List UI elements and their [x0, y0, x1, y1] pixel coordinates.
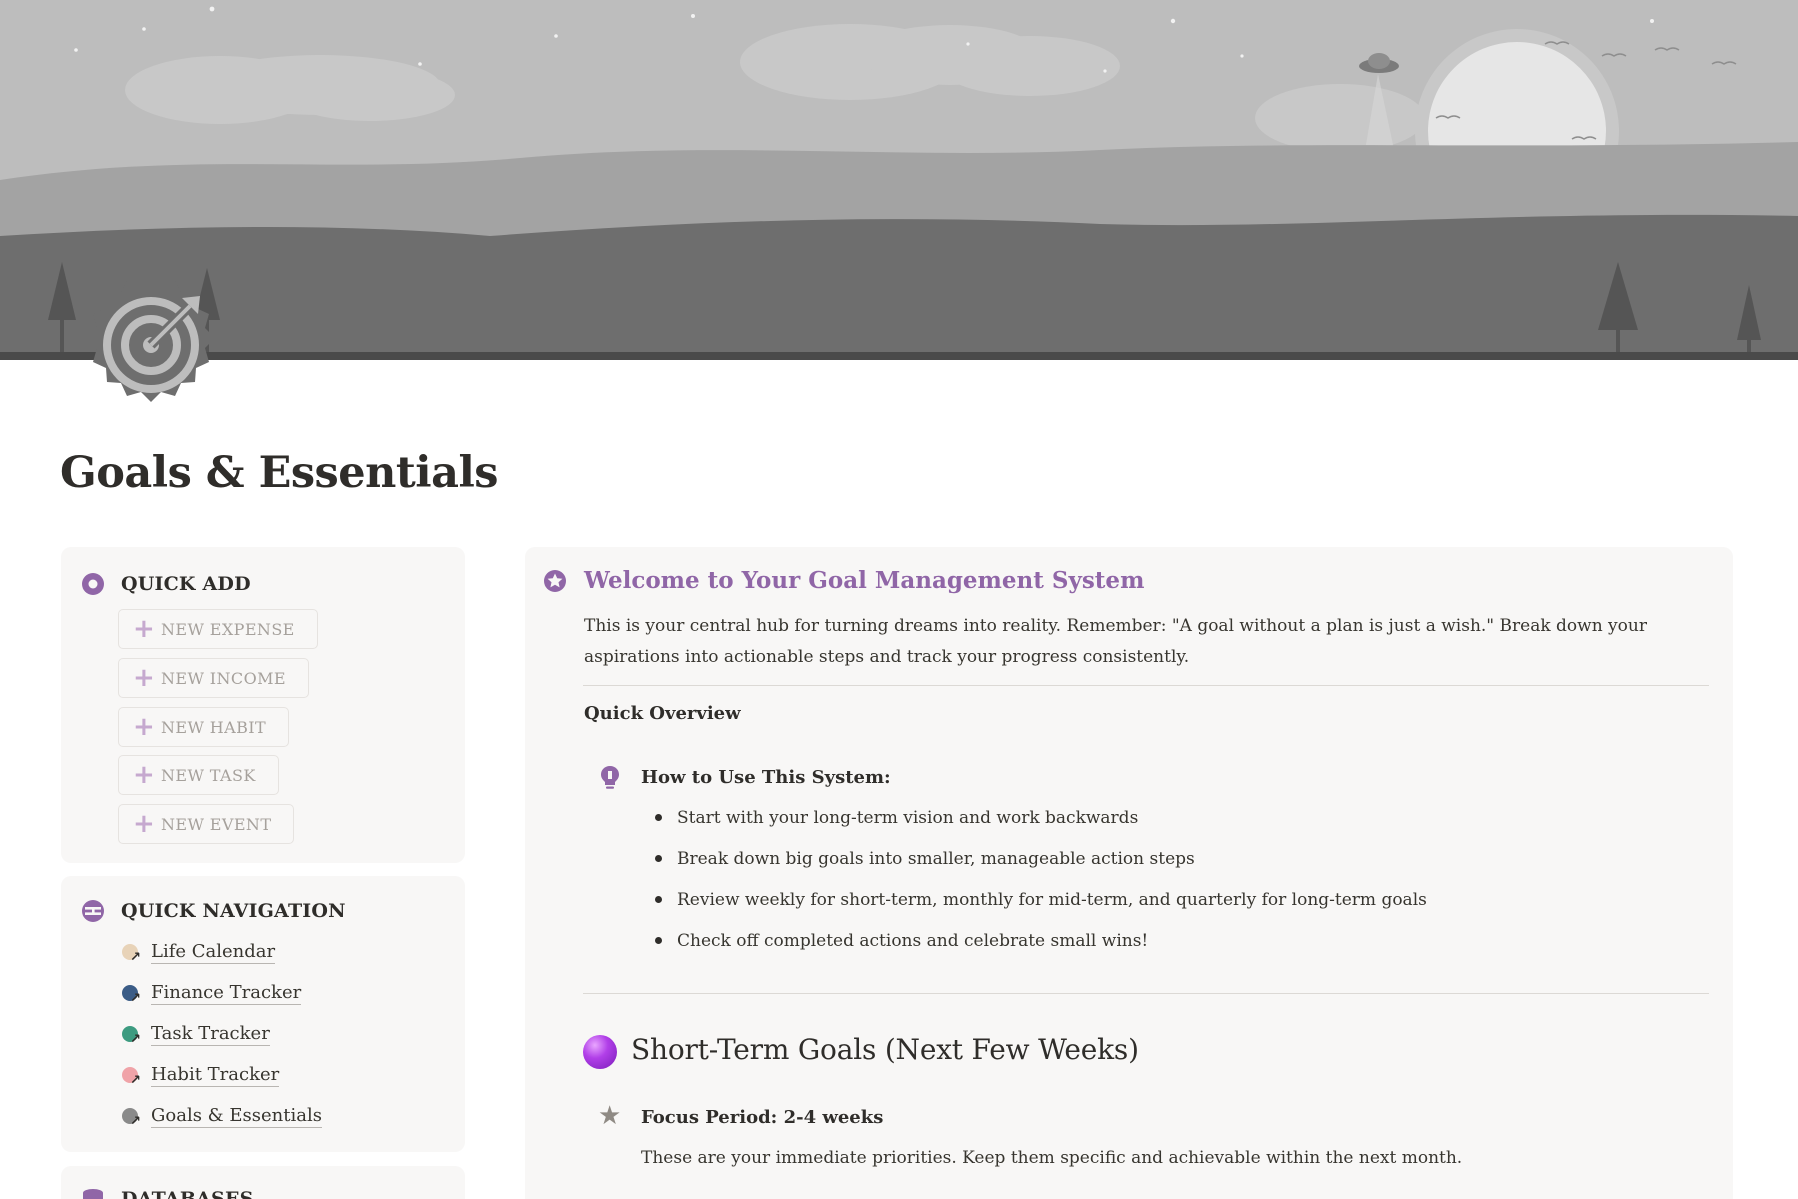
databases-card: DATABASES — [61, 1166, 465, 1199]
database-icon — [80, 1186, 106, 1199]
task-tracker-link-icon: ↗ — [121, 1024, 143, 1047]
short-term-goals-heading: Short-Term Goals (Next Few Weeks) — [631, 1033, 1139, 1066]
nav-link-finance-tracker[interactable]: ↗ Finance Tracker — [121, 982, 302, 1006]
plus-icon: + — [133, 663, 156, 693]
list-item: Review weekly for short-term, monthly fo… — [655, 882, 1427, 923]
nav-link-label[interactable]: Goals & Essentials — [151, 1105, 322, 1128]
quick-navigation-heading: QUICK NAVIGATION — [80, 898, 346, 924]
divider — [583, 685, 1709, 686]
plus-icon: + — [133, 760, 156, 790]
quick-navigation-title: QUICK NAVIGATION — [121, 900, 346, 922]
databases-title: DATABASES — [121, 1188, 254, 1199]
star-icon: ★ — [598, 1101, 622, 1131]
nav-link-label[interactable]: Task Tracker — [151, 1023, 270, 1046]
how-to-label: How to Use This System: — [641, 767, 891, 788]
list-item: Break down big goals into smaller, manag… — [655, 841, 1427, 882]
star-badge-icon — [543, 569, 567, 597]
target-badge-icon[interactable] — [78, 272, 224, 418]
quick-add-title: QUICK ADD — [121, 573, 251, 595]
new-habit-button[interactable]: + NEW HABIT — [118, 707, 290, 747]
nav-link-goals-essentials[interactable]: ↗ Goals & Essentials — [121, 1105, 322, 1129]
list-item: Start with your long-term vision and wor… — [655, 800, 1427, 841]
finance-tracker-link-icon: ↗ — [121, 983, 143, 1006]
lightbulb-icon — [600, 765, 620, 795]
plus-icon: + — [133, 712, 156, 742]
nav-link-life-calendar[interactable]: ↗ Life Calendar — [121, 941, 276, 965]
cover-banner — [0, 0, 1798, 360]
button-label: NEW EVENT — [161, 814, 272, 834]
life-calendar-link-icon: ↗ — [121, 942, 143, 965]
nav-link-label[interactable]: Life Calendar — [151, 941, 276, 964]
quick-add-heading: QUICK ADD — [80, 571, 251, 597]
page-title: Goals & Essentials — [60, 448, 499, 498]
nav-link-label[interactable]: Habit Tracker — [151, 1064, 280, 1087]
radio-dot-icon — [80, 571, 106, 597]
nav-link-label[interactable]: Finance Tracker — [151, 982, 302, 1005]
welcome-callout: Welcome to Your Goal Management System T… — [525, 547, 1733, 1199]
nav-link-task-tracker[interactable]: ↗ Task Tracker — [121, 1023, 270, 1047]
quick-navigation-card: QUICK NAVIGATION ↗ Life Calendar ↗ Finan… — [61, 876, 465, 1152]
quick-overview-label: Quick Overview — [584, 703, 741, 724]
button-label: NEW INCOME — [161, 668, 286, 688]
nav-link-habit-tracker[interactable]: ↗ Habit Tracker — [121, 1064, 280, 1088]
split-circle-icon — [80, 898, 106, 924]
list-item: Check off completed actions and celebrat… — [655, 923, 1427, 964]
how-to-list: Start with your long-term vision and wor… — [655, 800, 1427, 964]
goals-essentials-link-icon: ↗ — [121, 1106, 143, 1129]
focus-period-label: Focus Period: 2-4 weeks — [641, 1107, 884, 1128]
focus-period-description: These are your immediate priorities. Kee… — [641, 1148, 1463, 1168]
welcome-title: Welcome to Your Goal Management System — [584, 567, 1145, 594]
databases-heading: DATABASES — [80, 1186, 254, 1199]
quick-add-card: QUICK ADD + NEW EXPENSE + NEW INCOME + N… — [61, 547, 465, 863]
divider — [583, 993, 1709, 994]
button-label: NEW TASK — [161, 765, 256, 785]
button-label: NEW HABIT — [161, 717, 267, 737]
plus-icon: + — [133, 614, 156, 644]
welcome-description: This is your central hub for turning dre… — [584, 616, 1647, 667]
button-label: NEW EXPENSE — [161, 619, 295, 639]
habit-tracker-link-icon: ↗ — [121, 1065, 143, 1088]
new-event-button[interactable]: + NEW EVENT — [118, 804, 295, 844]
new-task-button[interactable]: + NEW TASK — [118, 755, 279, 795]
plus-icon: + — [133, 809, 156, 839]
purple-orb-icon — [583, 1035, 617, 1069]
new-income-button[interactable]: + NEW INCOME — [118, 658, 309, 698]
cover-landscape-image — [0, 0, 1798, 360]
new-expense-button[interactable]: + NEW EXPENSE — [118, 609, 318, 649]
